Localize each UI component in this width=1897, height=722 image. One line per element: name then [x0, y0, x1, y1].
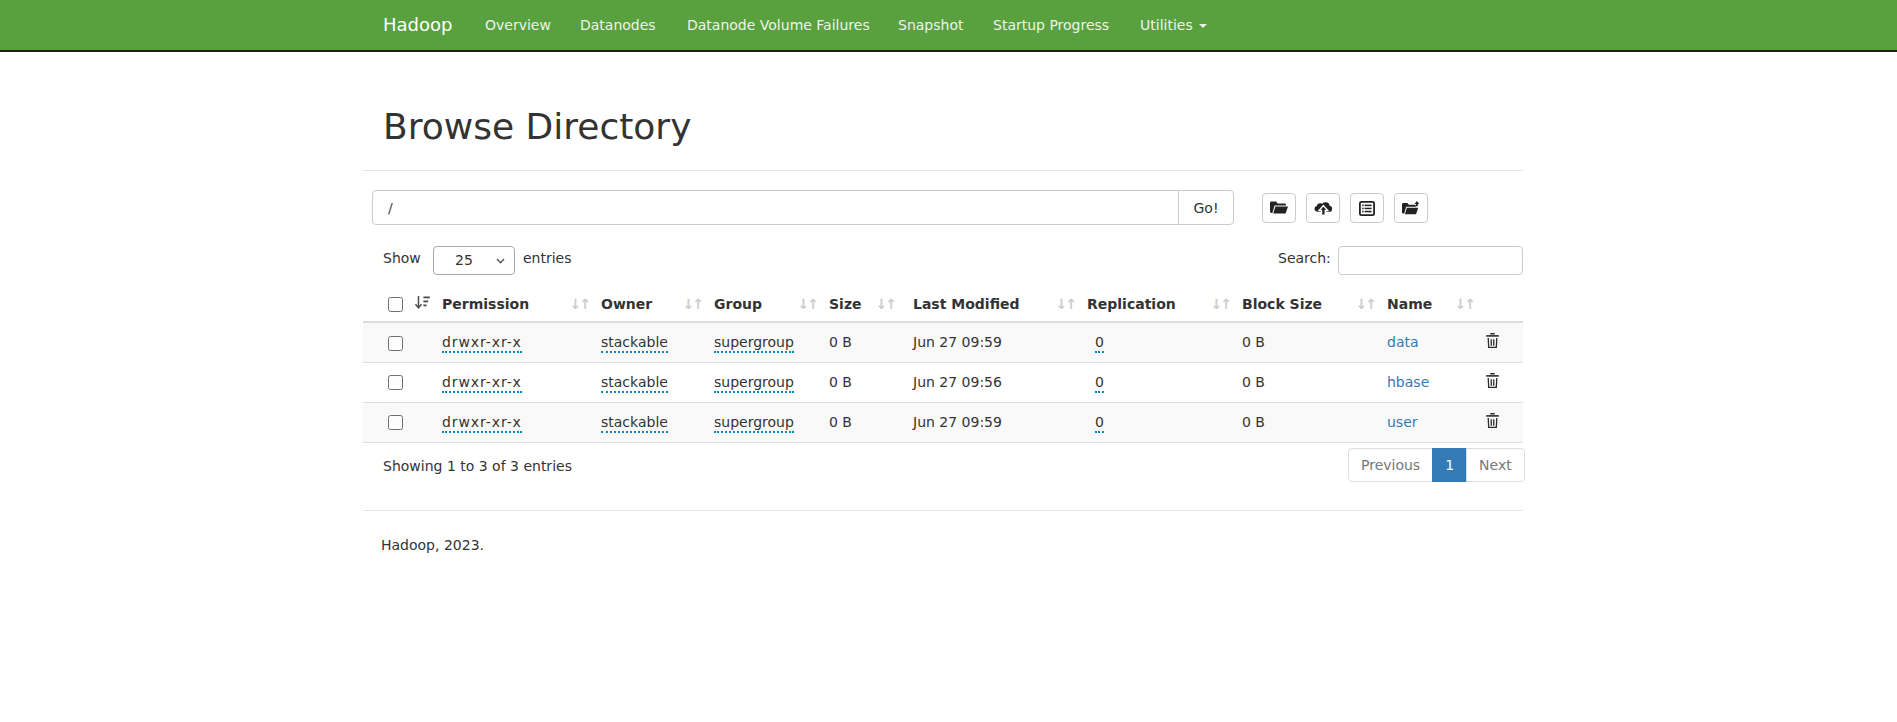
row-checkbox[interactable]: [388, 336, 403, 351]
directory-table: Permission↓↑ Owner↓↑ Group↓↑ Size↓↑ Last…: [363, 286, 1523, 443]
nav-utilities[interactable]: Utilities: [1140, 0, 1207, 50]
trash-icon: [1486, 373, 1499, 388]
owner-cell[interactable]: stackable: [601, 414, 668, 433]
table-row: drwxr-xr-x stackable supergroup 0 B Jun …: [363, 402, 1523, 442]
create-directory-button[interactable]: [1262, 193, 1296, 223]
group-cell[interactable]: supergroup: [714, 374, 794, 393]
pagination: Previous 1 Next: [1348, 448, 1525, 482]
col-block-size[interactable]: Block Size↓↑: [1234, 286, 1379, 322]
dir-link[interactable]: data: [1387, 334, 1419, 350]
col-last-modified[interactable]: Last Modified↓↑: [899, 286, 1079, 322]
nav-startup-progress[interactable]: Startup Progress: [993, 0, 1109, 50]
quota-list-button[interactable]: [1350, 193, 1384, 223]
size-cell: 0 B: [829, 374, 852, 390]
brand[interactable]: Hadoop: [383, 0, 452, 50]
replication-cell[interactable]: 0: [1095, 334, 1104, 353]
block-size-cell: 0 B: [1242, 374, 1265, 390]
dir-link[interactable]: hbase: [1387, 374, 1429, 390]
nav-datanodes[interactable]: Datanodes: [580, 0, 656, 50]
footer-divider: [363, 510, 1523, 511]
block-size-cell: 0 B: [1242, 334, 1265, 350]
folder-open-icon: [1270, 201, 1288, 215]
trash-icon: [1486, 413, 1499, 428]
sort-icon: ↓↑: [876, 296, 895, 312]
sort-icon: ↓↑: [1455, 296, 1474, 312]
delete-button[interactable]: [1486, 413, 1499, 431]
sort-active-icon[interactable]: [414, 294, 430, 313]
sort-icon: ↓↑: [1056, 296, 1075, 312]
go-button[interactable]: Go!: [1178, 190, 1234, 225]
previous-button[interactable]: Previous: [1348, 448, 1433, 482]
table-header-row: Permission↓↑ Owner↓↑ Group↓↑ Size↓↑ Last…: [363, 286, 1523, 322]
cloud-upload-icon: [1314, 201, 1333, 216]
entries-label: entries: [523, 243, 572, 273]
delete-button[interactable]: [1486, 373, 1499, 391]
last-modified-cell: Jun 27 09:59: [913, 334, 1002, 350]
move-file-button[interactable]: [1394, 193, 1428, 223]
upload-files-button[interactable]: [1306, 193, 1340, 223]
page-length-select[interactable]: 25: [433, 246, 515, 275]
divider: [363, 170, 1523, 171]
col-permission[interactable]: Permission↓↑: [434, 286, 593, 322]
table-row: drwxr-xr-x stackable supergroup 0 B Jun …: [363, 362, 1523, 402]
permission-cell[interactable]: drwxr-xr-x: [442, 334, 522, 353]
row-checkbox[interactable]: [388, 375, 403, 390]
select-all-checkbox[interactable]: [388, 297, 403, 312]
page-title: Browse Directory: [383, 107, 691, 147]
nav-datanode-volume-failures[interactable]: Datanode Volume Failures: [687, 0, 870, 50]
replication-cell[interactable]: 0: [1095, 414, 1104, 433]
nav-overview[interactable]: Overview: [485, 0, 551, 50]
path-input[interactable]: [372, 190, 1179, 225]
caret-down-icon: [1199, 24, 1207, 28]
last-modified-cell: Jun 27 09:59: [913, 414, 1002, 430]
owner-cell[interactable]: stackable: [601, 374, 668, 393]
col-group[interactable]: Group↓↑: [706, 286, 821, 322]
permission-cell[interactable]: drwxr-xr-x: [442, 414, 522, 433]
col-actions: [1478, 286, 1523, 322]
show-label: Show: [383, 243, 421, 273]
nav-snapshot[interactable]: Snapshot: [898, 0, 963, 50]
last-modified-cell: Jun 27 09:56: [913, 374, 1002, 390]
group-cell[interactable]: supergroup: [714, 334, 794, 353]
page-1-button[interactable]: 1: [1432, 448, 1467, 482]
sort-icon: ↓↑: [570, 296, 589, 312]
delete-button[interactable]: [1486, 333, 1499, 351]
row-checkbox[interactable]: [388, 415, 403, 430]
search-input[interactable]: [1338, 246, 1523, 275]
col-owner[interactable]: Owner↓↑: [593, 286, 706, 322]
footer-text: Hadoop, 2023.: [381, 537, 484, 553]
col-replication[interactable]: Replication↓↑: [1079, 286, 1234, 322]
size-cell: 0 B: [829, 334, 852, 350]
sort-icon: ↓↑: [683, 296, 702, 312]
col-size[interactable]: Size↓↑: [821, 286, 899, 322]
search-label: Search:: [1278, 243, 1331, 273]
sort-icon: ↓↑: [1356, 296, 1375, 312]
col-name[interactable]: Name↓↑: [1379, 286, 1478, 322]
sort-icon: ↓↑: [798, 296, 817, 312]
group-cell[interactable]: supergroup: [714, 414, 794, 433]
replication-cell[interactable]: 0: [1095, 374, 1104, 393]
chevron-down-icon: [496, 258, 505, 264]
permission-cell[interactable]: drwxr-xr-x: [442, 374, 522, 393]
next-button[interactable]: Next: [1466, 448, 1525, 482]
folder-move-icon: [1402, 201, 1420, 216]
navbar: Hadoop Overview Datanodes Datanode Volum…: [0, 0, 1897, 52]
sort-icon: ↓↑: [1211, 296, 1230, 312]
dir-link[interactable]: user: [1387, 414, 1418, 430]
block-size-cell: 0 B: [1242, 414, 1265, 430]
table-row: drwxr-xr-x stackable supergroup 0 B Jun …: [363, 322, 1523, 362]
size-cell: 0 B: [829, 414, 852, 430]
list-alt-icon: [1359, 201, 1375, 216]
owner-cell[interactable]: stackable: [601, 334, 668, 353]
table-info: Showing 1 to 3 of 3 entries: [383, 458, 572, 474]
trash-icon: [1486, 333, 1499, 348]
